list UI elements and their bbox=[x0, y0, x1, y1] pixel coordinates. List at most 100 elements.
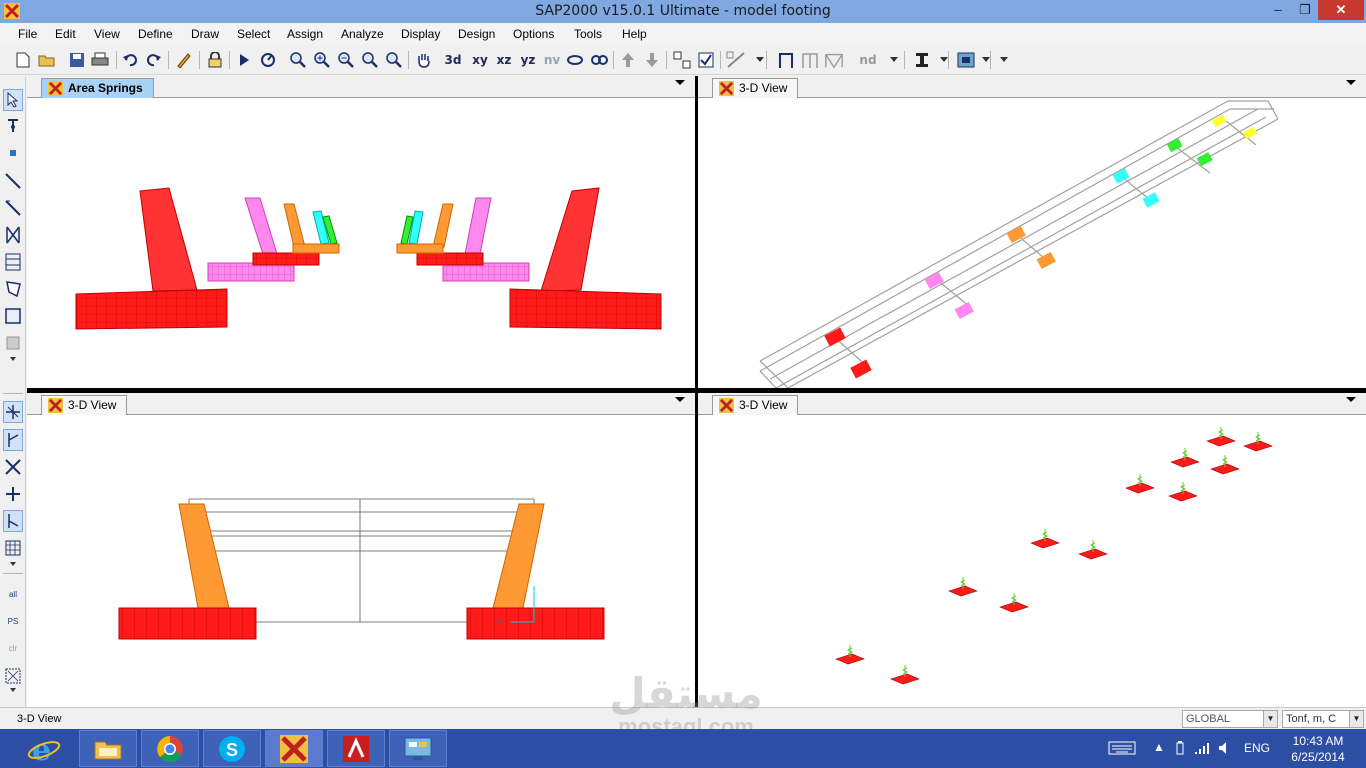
menu-view[interactable]: View bbox=[94, 27, 120, 41]
snap-lines-icon[interactable] bbox=[3, 510, 23, 532]
snap-perpendicular-icon[interactable] bbox=[3, 483, 23, 505]
snap-ends-icon[interactable] bbox=[3, 429, 23, 451]
footing-left-red-small[interactable] bbox=[252, 252, 320, 266]
menu-design[interactable]: Design bbox=[458, 27, 495, 41]
toolbar-overflow-arrow-icon[interactable] bbox=[994, 50, 1014, 70]
view-yz-button[interactable]: yz bbox=[518, 50, 538, 70]
menu-display[interactable]: Display bbox=[401, 27, 440, 41]
language-indicator[interactable]: ENG bbox=[1244, 741, 1270, 755]
menu-select[interactable]: Select bbox=[237, 27, 270, 41]
node-labels-button[interactable]: nd bbox=[858, 50, 878, 70]
signal-icon[interactable] bbox=[1194, 741, 1210, 755]
menu-edit[interactable]: Edit bbox=[55, 27, 76, 41]
column-left-large[interactable] bbox=[139, 187, 198, 292]
taskbar-sap2000[interactable] bbox=[265, 730, 323, 767]
select-all-button[interactable]: all bbox=[3, 583, 23, 605]
pan-hand-icon[interactable] bbox=[414, 50, 434, 70]
footing-right-elevation[interactable] bbox=[466, 607, 605, 640]
checkbox-display-icon[interactable] bbox=[696, 50, 716, 70]
zoom-out-icon[interactable] bbox=[336, 50, 356, 70]
menu-file[interactable]: File bbox=[18, 27, 37, 41]
pane-menu-arrow-icon[interactable] bbox=[1346, 397, 1356, 403]
draw-rect-area-icon[interactable] bbox=[3, 305, 23, 327]
menu-analyze[interactable]: Analyze bbox=[341, 27, 384, 41]
intersecting-line-select-icon[interactable] bbox=[3, 665, 23, 687]
menu-draw[interactable]: Draw bbox=[191, 27, 219, 41]
shrink-elements-icon[interactable] bbox=[726, 50, 746, 70]
minimize-button[interactable]: – bbox=[1264, 0, 1292, 20]
springs-3d-view[interactable] bbox=[698, 416, 1366, 707]
zoom-restore-icon[interactable] bbox=[384, 50, 404, 70]
footing-left-pink[interactable] bbox=[207, 262, 295, 282]
dropdown-arrow-icon[interactable] bbox=[750, 50, 770, 70]
volume-icon[interactable] bbox=[1218, 741, 1232, 755]
column-left-elevation[interactable] bbox=[178, 503, 230, 609]
quick-draw-frame-icon[interactable] bbox=[3, 197, 23, 219]
select-more-arrow-icon[interactable] bbox=[3, 685, 23, 695]
new-model-icon[interactable] bbox=[13, 50, 33, 70]
footing-right-pink[interactable] bbox=[442, 262, 530, 282]
pencil-icon[interactable] bbox=[174, 50, 194, 70]
footing-right-orange[interactable] bbox=[396, 243, 444, 254]
footing-left-orange[interactable] bbox=[292, 243, 340, 254]
footing-left-elevation[interactable] bbox=[118, 607, 257, 640]
units-select[interactable]: Tonf, m, C ▼ bbox=[1282, 710, 1364, 728]
rotate-up-icon[interactable] bbox=[565, 50, 585, 70]
menu-define[interactable]: Define bbox=[138, 27, 173, 41]
pane-3d-view-springs[interactable]: 3-D View bbox=[698, 393, 1366, 707]
pane-3d-view-elevation[interactable]: 3-D View Y bbox=[27, 393, 695, 707]
maximize-button[interactable]: ❐ bbox=[1291, 0, 1319, 20]
draw-solid-icon[interactable] bbox=[3, 332, 23, 354]
menu-help[interactable]: Help bbox=[622, 27, 647, 41]
column-left-pink[interactable] bbox=[244, 197, 278, 255]
snap-more-arrow-icon[interactable] bbox=[3, 559, 23, 569]
pane-menu-arrow-icon[interactable] bbox=[675, 397, 685, 403]
draw-poly-area-icon[interactable] bbox=[3, 278, 23, 300]
pane-area-springs[interactable]: Area Springs bbox=[27, 76, 695, 388]
open-folder-icon[interactable] bbox=[37, 50, 57, 70]
zoom-previous-icon[interactable] bbox=[360, 50, 380, 70]
move-up-arrow-icon[interactable] bbox=[618, 50, 638, 70]
display-options-icon[interactable] bbox=[672, 50, 692, 70]
zoom-window-icon[interactable] bbox=[288, 50, 308, 70]
start-button[interactable]: e bbox=[15, 730, 73, 767]
elevation-view[interactable]: Y bbox=[27, 416, 695, 707]
snap-grid-icon[interactable] bbox=[3, 537, 23, 559]
dropdown-arrow-icon-3[interactable] bbox=[934, 50, 954, 70]
dropdown-arrow-icon-2[interactable] bbox=[884, 50, 904, 70]
area-section-icon[interactable] bbox=[956, 50, 976, 70]
draw-frame-icon[interactable] bbox=[3, 170, 23, 192]
view-xy-button[interactable]: xy bbox=[470, 50, 490, 70]
tray-expand-icon[interactable]: ▲ bbox=[1153, 740, 1165, 754]
column-right-pink[interactable] bbox=[464, 197, 492, 255]
taskbar-skype[interactable]: S bbox=[203, 730, 261, 767]
bay-frame-icon[interactable] bbox=[800, 50, 820, 70]
draw-joint-icon[interactable] bbox=[3, 142, 23, 164]
column-right-orange[interactable] bbox=[432, 203, 454, 248]
frame-draw-icon[interactable] bbox=[776, 50, 796, 70]
column-left-orange[interactable] bbox=[283, 203, 306, 248]
taskbar-chrome[interactable] bbox=[141, 730, 199, 767]
tab-3d-view-1[interactable]: 3-D View bbox=[712, 78, 799, 98]
taskbar-autocad[interactable] bbox=[327, 730, 385, 767]
footing-right-large[interactable] bbox=[509, 288, 662, 330]
tab-3d-view-3[interactable]: 3-D View bbox=[712, 395, 799, 415]
area-springs-view[interactable] bbox=[27, 99, 695, 388]
frame-3d-view[interactable] bbox=[698, 99, 1366, 388]
keyboard-icon[interactable] bbox=[1108, 740, 1136, 756]
save-icon[interactable] bbox=[67, 50, 87, 70]
rubber-band-zoom-icon[interactable] bbox=[258, 50, 278, 70]
pointer-select-icon[interactable] bbox=[3, 89, 23, 111]
zoom-in-icon[interactable] bbox=[312, 50, 332, 70]
taskbar-file-explorer[interactable] bbox=[79, 730, 137, 767]
view-xz-button[interactable]: xz bbox=[494, 50, 514, 70]
tab-area-springs[interactable]: Area Springs bbox=[41, 78, 154, 98]
rotate-down-icon[interactable] bbox=[589, 50, 609, 70]
column-right-large[interactable] bbox=[540, 187, 600, 292]
previous-select-button[interactable]: PS bbox=[3, 610, 23, 632]
close-button[interactable]: ✕ bbox=[1318, 0, 1364, 20]
taskbar-control-panel[interactable] bbox=[389, 730, 447, 767]
menu-tools[interactable]: Tools bbox=[574, 27, 602, 41]
clock[interactable]: 10:43 AM 6/25/2014 bbox=[1278, 733, 1358, 765]
palette-more-arrow-icon[interactable] bbox=[3, 354, 23, 364]
